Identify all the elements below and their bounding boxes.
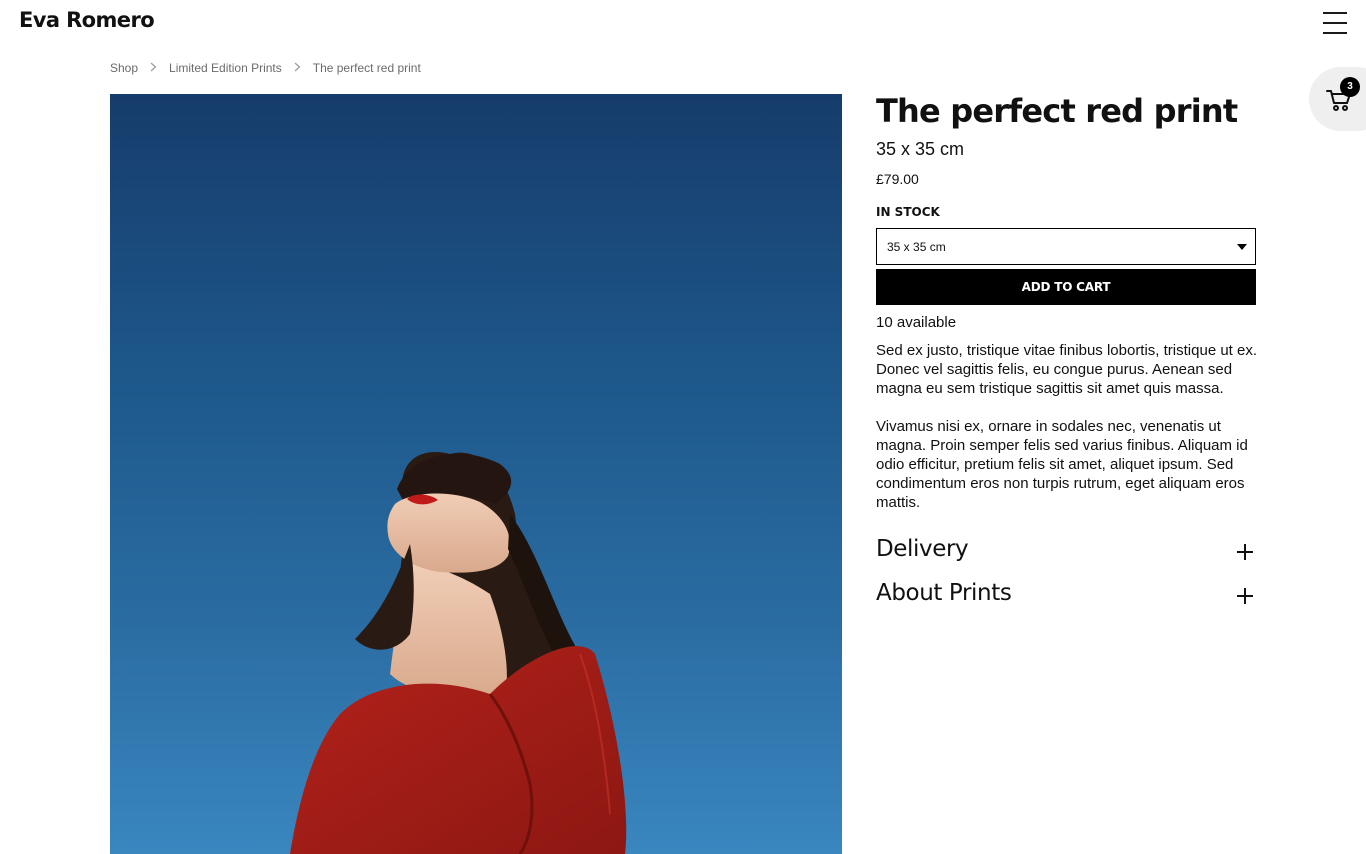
product-price: £79.00 xyxy=(876,171,919,187)
plus-icon xyxy=(1237,588,1253,604)
cart-button[interactable]: 3 xyxy=(1309,67,1366,131)
menu-line xyxy=(1323,32,1347,34)
accordion-delivery[interactable]: Delivery xyxy=(876,536,1256,570)
accordion-about-prints[interactable]: About Prints xyxy=(876,580,1256,614)
product-description-paragraph: Vivamus nisi ex, ornare in sodales nec, … xyxy=(876,418,1248,511)
chevron-right-icon xyxy=(150,61,157,75)
product-photo xyxy=(110,94,842,854)
caret-down-icon xyxy=(1237,244,1247,250)
hamburger-menu-icon[interactable] xyxy=(1321,10,1349,36)
size-select-value: 35 x 35 cm xyxy=(887,240,946,254)
menu-line xyxy=(1323,22,1347,24)
product-page: Eva Romero Shop Limited Edition Prints T… xyxy=(0,0,1366,854)
menu-line xyxy=(1323,12,1347,14)
chevron-right-icon xyxy=(294,61,301,75)
stock-status: IN STOCK xyxy=(876,205,940,219)
product-image xyxy=(110,94,842,854)
product-description-paragraph: Sed ex justo, tristique vitae finibus lo… xyxy=(876,342,1258,397)
accordion-label: About Prints xyxy=(876,580,1012,606)
add-to-cart-button[interactable]: ADD TO CART xyxy=(876,269,1256,305)
breadcrumb-current: The perfect red print xyxy=(312,61,421,75)
size-select[interactable]: 35 x 35 cm xyxy=(876,228,1256,265)
product-size: 35 x 35 cm xyxy=(876,139,965,159)
breadcrumb-shop[interactable]: Shop xyxy=(110,61,138,75)
available-count: 10 available xyxy=(876,314,957,331)
breadcrumb: Shop Limited Edition Prints The perfect … xyxy=(110,61,421,75)
product-title: The perfect red print xyxy=(876,92,1238,130)
accordion-label: Delivery xyxy=(876,536,969,562)
cart-count-badge: 3 xyxy=(1340,77,1360,97)
brand-logo[interactable]: Eva Romero xyxy=(19,8,155,32)
breadcrumb-limited-edition-prints[interactable]: Limited Edition Prints xyxy=(169,61,282,75)
plus-icon xyxy=(1237,544,1253,560)
